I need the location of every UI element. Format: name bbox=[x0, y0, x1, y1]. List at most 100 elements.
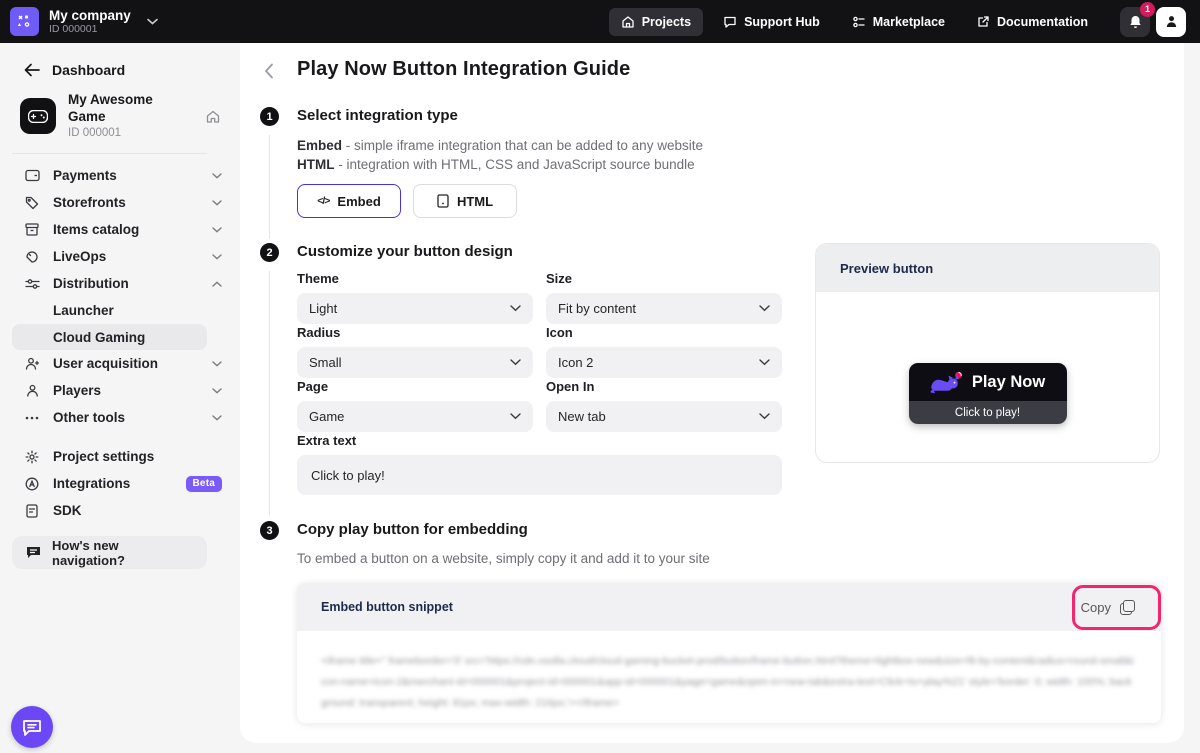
play-now-preview-button[interactable]: Play Now Click to play! bbox=[909, 363, 1067, 424]
radius-label: Radius bbox=[297, 325, 533, 340]
sidebar-item-distribution[interactable]: Distribution bbox=[0, 270, 240, 297]
home-icon bbox=[206, 110, 220, 123]
back-to-dashboard[interactable]: Dashboard bbox=[0, 43, 240, 78]
notifications-badge: 1 bbox=[1140, 2, 1155, 17]
sidebar-item-label: Project settings bbox=[53, 449, 154, 464]
icon-field: Icon Icon 2 bbox=[546, 325, 782, 378]
sidebar-item-sdk[interactable]: SDK bbox=[0, 497, 240, 524]
cat-icon bbox=[930, 370, 963, 394]
chat-bubble-icon bbox=[723, 15, 737, 29]
chevron-down-icon bbox=[212, 200, 222, 206]
chevron-down-icon bbox=[212, 388, 222, 394]
file-icon bbox=[437, 194, 449, 208]
new-navigation-feedback[interactable]: How's new navigation? bbox=[12, 536, 207, 569]
chevron-down-icon bbox=[147, 18, 158, 25]
user-icon bbox=[1164, 14, 1179, 29]
beta-badge: Beta bbox=[186, 476, 222, 492]
nav-projects-label: Projects bbox=[642, 15, 691, 29]
nav-marketplace[interactable]: Marketplace bbox=[840, 8, 957, 36]
chevron-down-icon bbox=[510, 359, 521, 366]
nav-support-hub[interactable]: Support Hub bbox=[711, 8, 832, 36]
back-icon[interactable] bbox=[264, 63, 274, 79]
size-value: Fit by content bbox=[558, 301, 636, 316]
sidebar-item-other-tools[interactable]: Other tools bbox=[0, 404, 240, 431]
nav-support-hub-label: Support Hub bbox=[744, 15, 820, 29]
sidebar-item-project-settings[interactable]: Project settings bbox=[0, 443, 240, 470]
html-type-button[interactable]: HTML bbox=[413, 184, 517, 218]
arrow-left-icon bbox=[24, 63, 40, 77]
support-chat-button[interactable] bbox=[11, 706, 53, 748]
sidebar-item-cloud-gaming[interactable]: Cloud Gaming bbox=[12, 324, 207, 350]
sidebar-item-launcher[interactable]: Launcher bbox=[0, 297, 240, 324]
chevron-down-icon bbox=[212, 254, 222, 260]
radius-select[interactable]: Small bbox=[297, 347, 533, 378]
projects-icon bbox=[621, 15, 635, 29]
sidebar-item-label: User acquisition bbox=[53, 356, 158, 371]
page-title: Play Now Button Integration Guide bbox=[297, 58, 630, 81]
theme-select[interactable]: Light bbox=[297, 293, 533, 324]
sliders-icon bbox=[852, 15, 866, 29]
open-in-field: Open In New tab bbox=[546, 379, 782, 432]
archive-box-icon bbox=[24, 223, 40, 236]
snippet-title: Embed button snippet bbox=[321, 600, 453, 614]
icon-select[interactable]: Icon 2 bbox=[546, 347, 782, 378]
ticket-icon bbox=[24, 250, 40, 264]
page-value: Game bbox=[309, 409, 344, 424]
open-in-value: New tab bbox=[558, 409, 606, 424]
project-card[interactable]: My Awesome Game ID 000001 bbox=[0, 78, 240, 140]
sidebar-item-storefronts[interactable]: Storefronts bbox=[0, 189, 240, 216]
project-name: My Awesome Game bbox=[68, 92, 194, 126]
nav-documentation[interactable]: Documentation bbox=[965, 8, 1100, 36]
copy-label: Copy bbox=[1081, 600, 1111, 615]
icon-label: Icon bbox=[546, 325, 782, 340]
size-label: Size bbox=[546, 271, 782, 286]
chevron-down-icon bbox=[510, 413, 521, 420]
account-button[interactable] bbox=[1156, 7, 1186, 37]
nav-projects[interactable]: Projects bbox=[609, 8, 703, 36]
company-switcher[interactable]: My company ID 000001 bbox=[10, 7, 158, 36]
sidebar-item-liveops[interactable]: LiveOps bbox=[0, 243, 240, 270]
copy-icon bbox=[1120, 600, 1135, 615]
step-3-description: To embed a button on a website, simply c… bbox=[297, 549, 710, 568]
theme-value: Light bbox=[309, 301, 337, 316]
chevron-down-icon bbox=[759, 359, 770, 366]
integration-type-description: Embed - simple iframe integration that c… bbox=[297, 136, 703, 174]
chat-bubble-icon bbox=[26, 546, 41, 559]
sidebar-item-players[interactable]: Players bbox=[0, 377, 240, 404]
document-icon bbox=[24, 504, 40, 518]
theme-label: Theme bbox=[297, 271, 533, 286]
company-logo-icon bbox=[10, 7, 39, 36]
user-plus-icon bbox=[24, 357, 40, 370]
step-3-title: Copy play button for embedding bbox=[297, 521, 528, 538]
preview-card-header: Preview button bbox=[816, 244, 1159, 292]
sidebar-item-label: Cloud Gaming bbox=[53, 330, 145, 345]
size-select[interactable]: Fit by content bbox=[546, 293, 782, 324]
sidebar-item-label: Payments bbox=[53, 168, 117, 183]
sidebar-item-integrations[interactable]: Integrations Beta bbox=[0, 470, 240, 497]
step-2-title: Customize your button design bbox=[297, 243, 513, 260]
page-select[interactable]: Game bbox=[297, 401, 533, 432]
embed-type-button[interactable]: </> Embed bbox=[297, 184, 401, 218]
notifications-button[interactable]: 1 bbox=[1120, 7, 1150, 37]
circle-a-icon bbox=[24, 477, 40, 491]
ellipsis-icon bbox=[24, 416, 40, 420]
divider bbox=[12, 153, 207, 154]
sidebar-item-items-catalog[interactable]: Items catalog bbox=[0, 216, 240, 243]
embed-term-rest: - simple iframe integration that can be … bbox=[342, 138, 703, 153]
sidebar-item-label: LiveOps bbox=[53, 249, 106, 264]
snippet-code[interactable]: <iframe title='' frameborder='0' src='ht… bbox=[297, 631, 1161, 723]
sliders-icon bbox=[24, 278, 40, 290]
chevron-down-icon bbox=[212, 415, 222, 421]
project-id: ID 000001 bbox=[68, 126, 194, 140]
nav-marketplace-label: Marketplace bbox=[873, 15, 945, 29]
chevron-down-icon bbox=[510, 305, 521, 312]
copy-button[interactable]: Copy bbox=[1081, 600, 1135, 615]
extra-text-field: Extra text Click to play! bbox=[297, 433, 782, 495]
embed-term: Embed bbox=[297, 138, 342, 153]
open-in-select[interactable]: New tab bbox=[546, 401, 782, 432]
extra-text-input[interactable]: Click to play! bbox=[297, 455, 782, 495]
sidebar-item-user-acquisition[interactable]: User acquisition bbox=[0, 350, 240, 377]
person-icon bbox=[24, 384, 40, 397]
sidebar-item-payments[interactable]: Payments bbox=[0, 162, 240, 189]
company-name: My company bbox=[49, 8, 131, 24]
